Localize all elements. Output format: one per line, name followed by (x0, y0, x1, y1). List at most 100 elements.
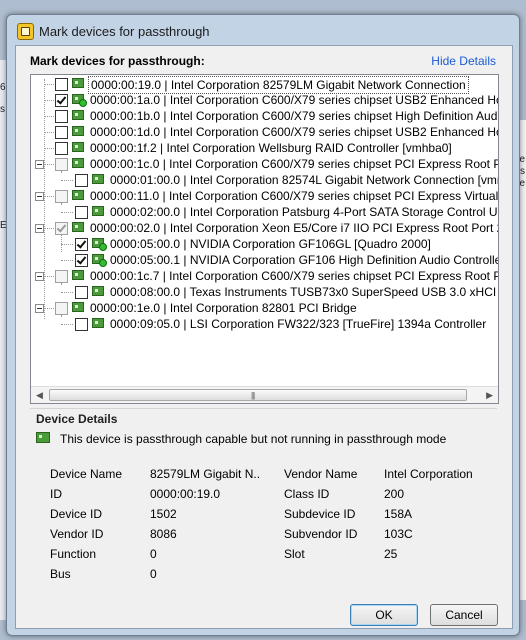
device-label: 0000:00:02.0 | Intel Corporation Xeon E5… (90, 221, 498, 235)
device-tree-row[interactable]: 0000:01:00.0 | Intel Corporation 82574L … (31, 172, 498, 188)
device-tree-row[interactable]: 0000:00:19.0 | Intel Corporation 82579LM… (31, 76, 498, 94)
pci-device-icon (72, 78, 84, 88)
tree-connector (61, 244, 73, 245)
device-tree-row[interactable]: 0000:05:00.0 | NVIDIA Corporation GF106G… (31, 236, 498, 252)
detail-key: Class ID (284, 487, 330, 501)
tree-connector (61, 260, 73, 261)
checkmark-icon (76, 238, 87, 249)
scroll-right-arrow-icon[interactable]: ▶ (486, 390, 493, 401)
passthrough-checkbox[interactable] (55, 110, 68, 123)
passthrough-checkbox[interactable] (55, 142, 68, 155)
tree-connector (61, 314, 62, 316)
passthrough-checkbox[interactable] (75, 286, 88, 299)
detail-key: Slot (284, 547, 305, 561)
pci-device-icon (72, 302, 84, 312)
tree-connector (61, 282, 62, 284)
pci-device-icon (72, 142, 84, 152)
dialog-client-area: Mark devices for passthrough: Hide Detai… (15, 45, 513, 629)
detail-value: 103C (384, 527, 413, 541)
pci-device-icon (92, 206, 104, 216)
tree-connector (44, 79, 45, 319)
title-bar[interactable]: Mark devices for passthrough (7, 15, 519, 45)
ok-button[interactable]: OK (350, 604, 418, 626)
tree-connector (44, 196, 54, 197)
device-label: 0000:09:05.0 | LSI Corporation FW322/323… (110, 317, 487, 331)
device-tree-row[interactable]: 0000:00:11.0 | Intel Corporation C600/X7… (31, 188, 498, 204)
device-label: 0000:00:1c.0 | Intel Corporation C600/X7… (90, 157, 498, 171)
cancel-button[interactable]: Cancel (430, 604, 498, 626)
collapse-toggle-icon[interactable] (35, 272, 44, 281)
detail-value: Intel Corporation (384, 467, 473, 481)
device-tree-row[interactable]: 0000:00:1d.0 | Intel Corporation C600/X7… (31, 124, 498, 140)
passthrough-checkbox[interactable] (75, 318, 88, 331)
detail-value: 8086 (150, 527, 177, 541)
device-label: 0000:00:1e.0 | Intel Corporation 82801 P… (90, 301, 357, 315)
device-tree-row[interactable]: 0000:00:1e.0 | Intel Corporation 82801 P… (31, 300, 498, 316)
passthrough-checkbox[interactable] (55, 78, 68, 91)
passthrough-checkbox[interactable] (75, 254, 88, 267)
device-tree-row[interactable]: 0000:00:1f.2 | Intel Corporation Wellsbu… (31, 140, 498, 156)
detail-key: Bus (50, 567, 71, 581)
tree-connector (44, 100, 54, 101)
collapse-toggle-icon[interactable] (35, 304, 44, 313)
pci-device-icon (72, 94, 87, 107)
tree-connector (61, 202, 62, 204)
pci-device-icon (72, 110, 84, 120)
collapse-toggle-icon[interactable] (35, 160, 44, 169)
passthrough-status-text: This device is passthrough capable but n… (60, 432, 447, 446)
device-tree[interactable]: 0000:00:19.0 | Intel Corporation 82579LM… (30, 74, 499, 404)
passthrough-checkbox[interactable] (55, 126, 68, 139)
detail-key: Vendor Name (284, 467, 358, 481)
device-tree-row[interactable]: 0000:02:00.0 | Intel Corporation Patsbur… (31, 204, 498, 220)
tree-connector (61, 180, 73, 181)
passthrough-dialog: Mark devices for passthrough Mark device… (6, 14, 520, 636)
device-tree-row[interactable]: 0000:00:1b.0 | Intel Corporation C600/X7… (31, 108, 498, 124)
collapse-toggle-icon[interactable] (35, 224, 44, 233)
horizontal-scrollbar[interactable]: ◀ ||| ▶ (31, 386, 498, 403)
device-tree-row[interactable]: 0000:00:02.0 | Intel Corporation Xeon E5… (31, 220, 498, 236)
checkmark-icon (56, 222, 67, 233)
detail-value: 200 (384, 487, 405, 501)
hide-details-link[interactable]: Hide Details (431, 54, 496, 68)
detail-value: 1502 (150, 507, 177, 521)
background-fragment: s (0, 104, 5, 115)
checkmark-icon (76, 254, 87, 265)
passthrough-checkbox[interactable] (55, 94, 68, 107)
device-tree-row[interactable]: 0000:00:1c.0 | Intel Corporation C600/X7… (31, 156, 498, 172)
tree-connector (44, 84, 54, 85)
scroll-left-arrow-icon[interactable]: ◀ (36, 390, 43, 401)
pci-device-icon (92, 254, 107, 267)
passthrough-checkbox[interactable] (75, 238, 88, 251)
pci-device-icon (92, 318, 104, 328)
tree-connector (61, 234, 62, 252)
device-label: 0000:00:1f.2 | Intel Corporation Wellsbu… (90, 141, 452, 155)
device-details-title: Device Details (36, 412, 118, 426)
divider (30, 408, 497, 409)
detail-value: 0000:00:19.0 (150, 487, 221, 501)
device-label: 0000:01:00.0 | Intel Corporation 82574L … (110, 173, 498, 187)
detail-key: Device ID (50, 507, 103, 521)
device-tree-row[interactable]: 0000:09:05.0 | LSI Corporation FW322/323… (31, 316, 498, 332)
device-label: 0000:00:1b.0 | Intel Corporation C600/X7… (90, 109, 498, 123)
device-tree-row[interactable]: 0000:00:1c.7 | Intel Corporation C600/X7… (31, 268, 498, 284)
device-tree-row[interactable]: 0000:00:1a.0 | Intel Corporation C600/X7… (31, 92, 498, 108)
vsphere-app-icon (17, 23, 34, 40)
device-tree-rows: 0000:00:19.0 | Intel Corporation 82579LM… (31, 75, 498, 386)
device-label: 0000:00:1c.7 | Intel Corporation C600/X7… (90, 269, 498, 283)
device-label: 0000:02:00.0 | Intel Corporation Patsbur… (110, 205, 498, 219)
background-fragment: e (519, 154, 525, 165)
device-tree-row[interactable]: 0000:08:00.0 | Texas Instruments TUSB73x… (31, 284, 498, 300)
tree-connector (44, 164, 54, 165)
device-label: 0000:08:00.0 | Texas Instruments TUSB73x… (110, 285, 498, 299)
device-tree-row[interactable]: 0000:05:00.1 | NVIDIA Corporation GF106 … (31, 252, 498, 268)
tree-connector (61, 292, 73, 293)
passthrough-checkbox[interactable] (75, 174, 88, 187)
collapse-toggle-icon[interactable] (35, 192, 44, 201)
scrollbar-thumb[interactable]: ||| (49, 389, 467, 401)
pci-device-icon (92, 174, 104, 184)
tree-connector (44, 276, 54, 277)
detail-value: 0 (150, 567, 157, 581)
tree-connector (44, 132, 54, 133)
device-label: 0000:00:1d.0 | Intel Corporation C600/X7… (90, 125, 498, 139)
passthrough-checkbox[interactable] (75, 206, 88, 219)
